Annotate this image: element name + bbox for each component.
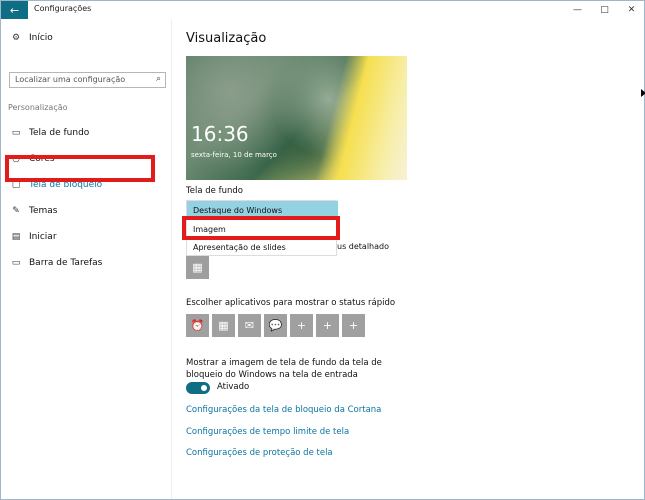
preview-date: sexta-feira, 10 de março: [191, 151, 277, 159]
detail-status-suffix: us detalhado: [337, 242, 389, 251]
alarm-icon: ⏰: [190, 319, 205, 332]
dropdown-option-slideshow[interactable]: Apresentação de slides: [187, 238, 338, 256]
alarm-button[interactable]: ⏰: [186, 314, 209, 337]
add-app-button[interactable]: +: [290, 314, 313, 337]
sidebar: ⚙ Início Localizar uma configuração ⌕ Pe…: [1, 19, 172, 499]
mail-button[interactable]: ✉: [238, 314, 261, 337]
section-title: Personalização: [8, 103, 68, 112]
message-button[interactable]: 💬: [264, 314, 287, 337]
mouse-cursor-icon: [641, 89, 645, 97]
back-arrow-icon: ←: [9, 3, 20, 17]
sidebar-item-home[interactable]: ⚙ Início: [1, 27, 171, 49]
calendar-icon: ▦: [192, 261, 203, 274]
plus-icon: +: [322, 319, 333, 332]
sidebar-item-label: Início: [29, 33, 53, 43]
sidebar-item-themes[interactable]: ✎ Temas: [1, 200, 171, 222]
screen-timeout-link[interactable]: Configurações de tempo limite de tela: [186, 427, 349, 437]
highlight-box: [5, 155, 155, 182]
calendar-icon: ▦: [218, 319, 229, 332]
sidebar-item-label: Temas: [29, 206, 58, 216]
message-icon: 💬: [268, 319, 283, 332]
mail-icon: ✉: [244, 319, 255, 332]
plus-icon: +: [296, 319, 307, 332]
back-button[interactable]: ←: [1, 1, 28, 19]
sidebar-item-background[interactable]: ▭ Tela de fundo: [1, 122, 171, 144]
gear-icon: ⚙: [11, 33, 21, 43]
lock-screen-preview: [186, 56, 407, 180]
minimize-button[interactable]: —: [564, 1, 591, 19]
search-placeholder: Localizar uma configuração: [15, 75, 126, 84]
sidebar-item-label: Tela de fundo: [29, 128, 90, 138]
start-icon: ▤: [11, 232, 21, 242]
add-app-button[interactable]: +: [316, 314, 339, 337]
calendar-button[interactable]: ▦: [212, 314, 235, 337]
screen-saver-link[interactable]: Configurações de proteção de tela: [186, 448, 333, 458]
title-bar: ← Configurações — □ ✕: [1, 1, 644, 19]
sidebar-item-label: Iniciar: [29, 232, 57, 242]
minimize-icon: —: [573, 5, 582, 15]
cortana-lock-screen-link[interactable]: Configurações da tela de bloqueio da Cor…: [186, 405, 381, 415]
close-button[interactable]: ✕: [618, 1, 645, 19]
toggle-knob: [201, 385, 207, 391]
sidebar-item-taskbar[interactable]: ▭ Barra de Tarefas: [1, 252, 171, 274]
search-icon[interactable]: ⌕: [156, 74, 161, 84]
quick-status-row: ⏰ ▦ ✉ 💬 + + +: [186, 314, 365, 337]
brush-icon: ✎: [12, 206, 20, 216]
maximize-icon: □: [600, 5, 609, 15]
lock-screen-background-toggle[interactable]: [186, 382, 210, 394]
search-input[interactable]: Localizar uma configuração ⌕: [9, 72, 166, 88]
picture-icon: ▭: [11, 128, 21, 138]
window-title: Configurações: [34, 4, 92, 13]
preview-time: 16:36: [191, 122, 249, 146]
add-app-button[interactable]: +: [342, 314, 365, 337]
page-title: Visualização: [186, 31, 267, 46]
highlight-box: [182, 216, 340, 240]
background-label: Tela de fundo: [186, 186, 243, 196]
taskbar-icon: ▭: [11, 258, 21, 268]
settings-window: ← Configurações — □ ✕ ⚙ Início Localizar…: [0, 0, 645, 500]
quick-status-label: Escolher aplicativos para mostrar o stat…: [186, 298, 396, 308]
toggle-state-label: Ativado: [217, 382, 250, 392]
show-background-description: Mostrar a imagem de tela de fundo da tel…: [186, 358, 382, 380]
sidebar-item-start[interactable]: ▤ Iniciar: [1, 226, 171, 248]
maximize-button[interactable]: □: [591, 1, 618, 19]
plus-icon: +: [348, 319, 359, 332]
close-icon: ✕: [627, 5, 636, 15]
sidebar-item-label: Barra de Tarefas: [29, 258, 103, 268]
detail-app-button[interactable]: ▦: [186, 256, 209, 279]
